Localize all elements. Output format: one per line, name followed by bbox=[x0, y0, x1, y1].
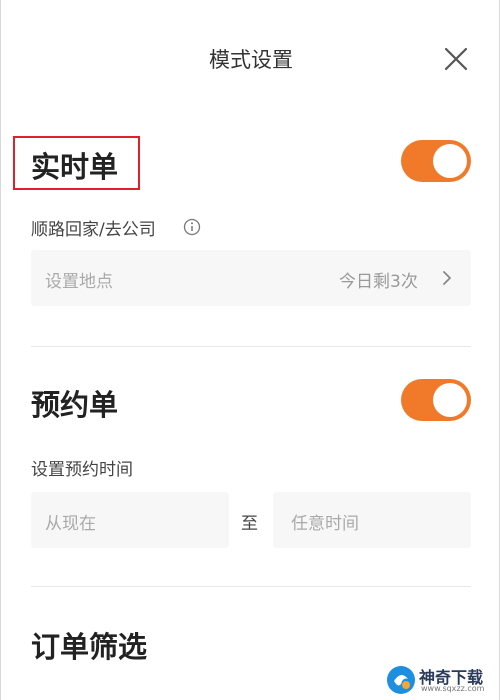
chevron-right-icon bbox=[443, 271, 451, 285]
from-time-placeholder: 从现在 bbox=[45, 514, 96, 534]
location-placeholder: 设置地点 bbox=[45, 272, 113, 292]
commute-label: 顺路回家/去公司 bbox=[31, 220, 156, 240]
close-button[interactable] bbox=[441, 44, 471, 74]
reservation-title: 预约单 bbox=[31, 388, 119, 422]
toggle-knob bbox=[433, 144, 467, 178]
order-filter-title: 订单筛选 bbox=[31, 630, 148, 664]
realtime-title: 实时单 bbox=[31, 150, 119, 184]
divider bbox=[31, 586, 471, 587]
mode-settings-panel: 模式设置 实时单 顺路回家/去公司 设置地点 今日剩3次 预约单 设置预约时间 … bbox=[0, 0, 500, 700]
divider bbox=[31, 346, 471, 347]
location-field[interactable]: 设置地点 今日剩3次 bbox=[31, 250, 471, 306]
reservation-time-label: 设置预约时间 bbox=[31, 460, 133, 480]
logo-icon bbox=[387, 666, 415, 694]
page-title: 模式设置 bbox=[209, 48, 293, 72]
reservation-toggle[interactable] bbox=[401, 379, 471, 421]
header: 模式设置 bbox=[1, 0, 500, 120]
to-time-field[interactable]: 任意时间 bbox=[273, 492, 471, 548]
remaining-count: 今日剩3次 bbox=[339, 272, 418, 292]
from-time-field[interactable]: 从现在 bbox=[31, 492, 229, 548]
to-label: 至 bbox=[241, 514, 258, 534]
realtime-toggle[interactable] bbox=[401, 140, 471, 182]
info-icon[interactable] bbox=[183, 218, 201, 236]
watermark-url: www.sqxzz.com bbox=[421, 684, 485, 693]
toggle-knob bbox=[433, 383, 467, 417]
close-icon bbox=[444, 47, 468, 71]
to-time-placeholder: 任意时间 bbox=[291, 514, 359, 534]
watermark-logo: 神奇下载 www.sqxzz.com bbox=[385, 662, 495, 698]
